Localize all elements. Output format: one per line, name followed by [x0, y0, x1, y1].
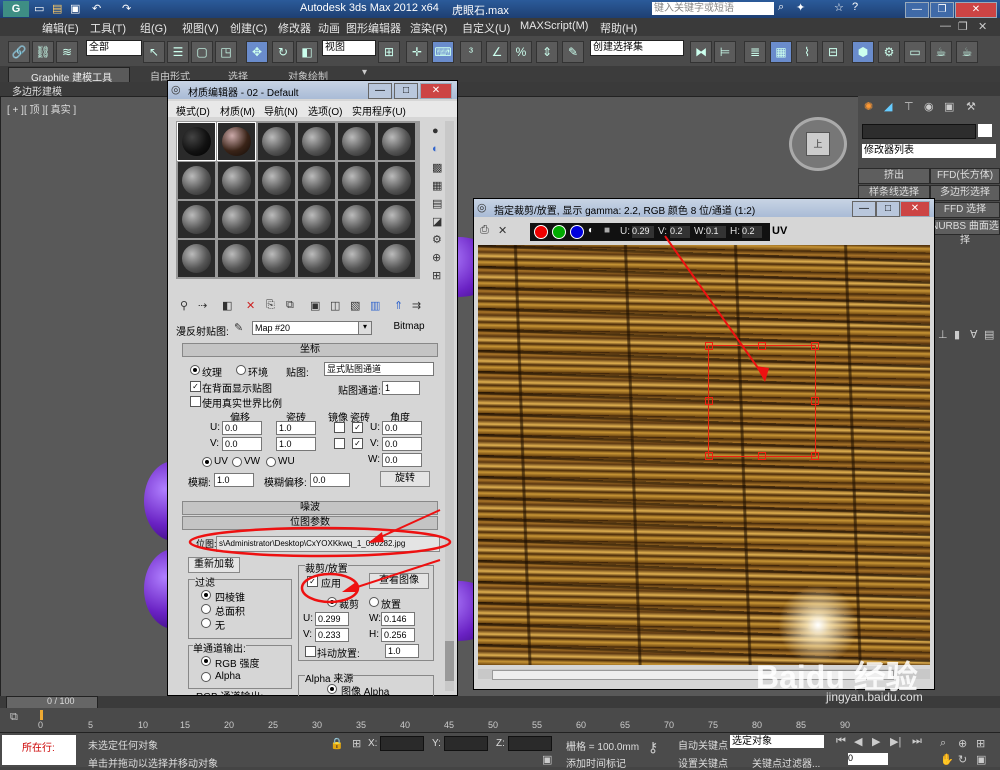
y-label: Y: — [432, 738, 441, 749]
zoom-icon[interactable]: ⌕ — [940, 737, 946, 750]
y-coord-field[interactable] — [444, 736, 488, 751]
tick-10: 10 — [138, 720, 149, 730]
tick-45: 45 — [444, 720, 455, 730]
current-frame-field[interactable]: 0 — [848, 753, 888, 765]
maximize-viewport-icon[interactable]: ▣ — [976, 753, 986, 766]
mini-curve-editor-icon[interactable]: ⧉ — [10, 711, 18, 724]
z-label: Z: — [496, 738, 505, 749]
tick-25: 25 — [268, 720, 279, 730]
maxscript-listener[interactable]: 所在行: — [2, 735, 76, 765]
tick-40: 40 — [400, 720, 411, 730]
annotation-arrow-1 — [664, 235, 769, 382]
tick-60: 60 — [576, 720, 587, 730]
add-time-tag[interactable]: 添加时间标记 — [566, 755, 626, 770]
annotation-arrow-2 — [368, 509, 441, 543]
play-icon[interactable]: ▶ — [872, 735, 880, 748]
key-mode-dropdown[interactable]: 选定对象 — [730, 735, 824, 748]
tick-35: 35 — [356, 720, 367, 730]
lock-selection-icon[interactable]: 🔒 — [330, 737, 344, 750]
tick-30: 30 — [312, 720, 323, 730]
annotation-ellipse-path — [188, 526, 452, 558]
key-filters-button[interactable]: 关键点过滤器... — [752, 755, 820, 770]
transform-mode-icon[interactable]: ⊞ — [352, 737, 361, 750]
tick-50: 50 — [488, 720, 499, 730]
current-frame-marker — [40, 710, 43, 720]
frame-counter: 0 / 100 — [47, 696, 75, 706]
set-key-label[interactable]: 设置关键点 — [678, 755, 728, 770]
auto-key-label[interactable]: 自动关键点 — [678, 737, 728, 752]
tick-15: 15 — [180, 720, 191, 730]
tick-5: 5 — [88, 720, 94, 730]
tick-85: 85 — [796, 720, 807, 730]
track-bar[interactable]: ⧉ 0 5 10 15 20 25 30 35 40 45 50 55 60 6… — [0, 708, 1000, 732]
next-frame-icon[interactable]: ▶| — [890, 735, 901, 748]
zoom-all-icon[interactable]: ⊕ — [958, 737, 967, 750]
tick-55: 55 — [532, 720, 543, 730]
grid-size: 栅格 = 100.0mm — [566, 742, 640, 753]
status-bar: 所在行: 未选定任何对象 单击并拖动以选择并移动对象 🔒 ⊞ X: Y: Z: … — [0, 732, 1000, 770]
selection-status: 未选定任何对象 — [88, 741, 158, 752]
time-tag-icon[interactable]: ▣ — [542, 753, 552, 766]
tick-90: 90 — [840, 720, 851, 730]
watermark-url: jingyan.baidu.com — [826, 690, 923, 704]
go-to-end-icon[interactable]: ⏭ — [912, 735, 922, 748]
orbit-icon[interactable]: ↻ — [958, 753, 967, 766]
x-coord-field[interactable] — [380, 736, 424, 751]
zoom-extents-icon[interactable]: ⊞ — [976, 737, 985, 750]
go-to-start-icon[interactable]: ⏮ — [836, 735, 846, 748]
prev-frame-icon[interactable]: ◀ — [854, 735, 862, 748]
key-icon[interactable]: ⚷ — [648, 739, 658, 756]
tick-70: 70 — [664, 720, 675, 730]
z-coord-field[interactable] — [508, 736, 552, 751]
pan-icon[interactable]: ✋ — [940, 753, 954, 766]
running-label: 所在行: — [22, 743, 55, 754]
prompt-hint: 单击并拖动以选择并移动对象 — [88, 759, 218, 770]
tick-75: 75 — [708, 720, 719, 730]
baidu-watermark: Baidu 经验 jingyan.baidu.com — [756, 652, 956, 704]
x-label: X: — [368, 738, 378, 749]
tick-20: 20 — [224, 720, 235, 730]
tick-65: 65 — [620, 720, 631, 730]
annotation-arrow-3 — [342, 559, 441, 592]
tick-0: 0 — [38, 720, 44, 730]
tick-80: 80 — [752, 720, 763, 730]
